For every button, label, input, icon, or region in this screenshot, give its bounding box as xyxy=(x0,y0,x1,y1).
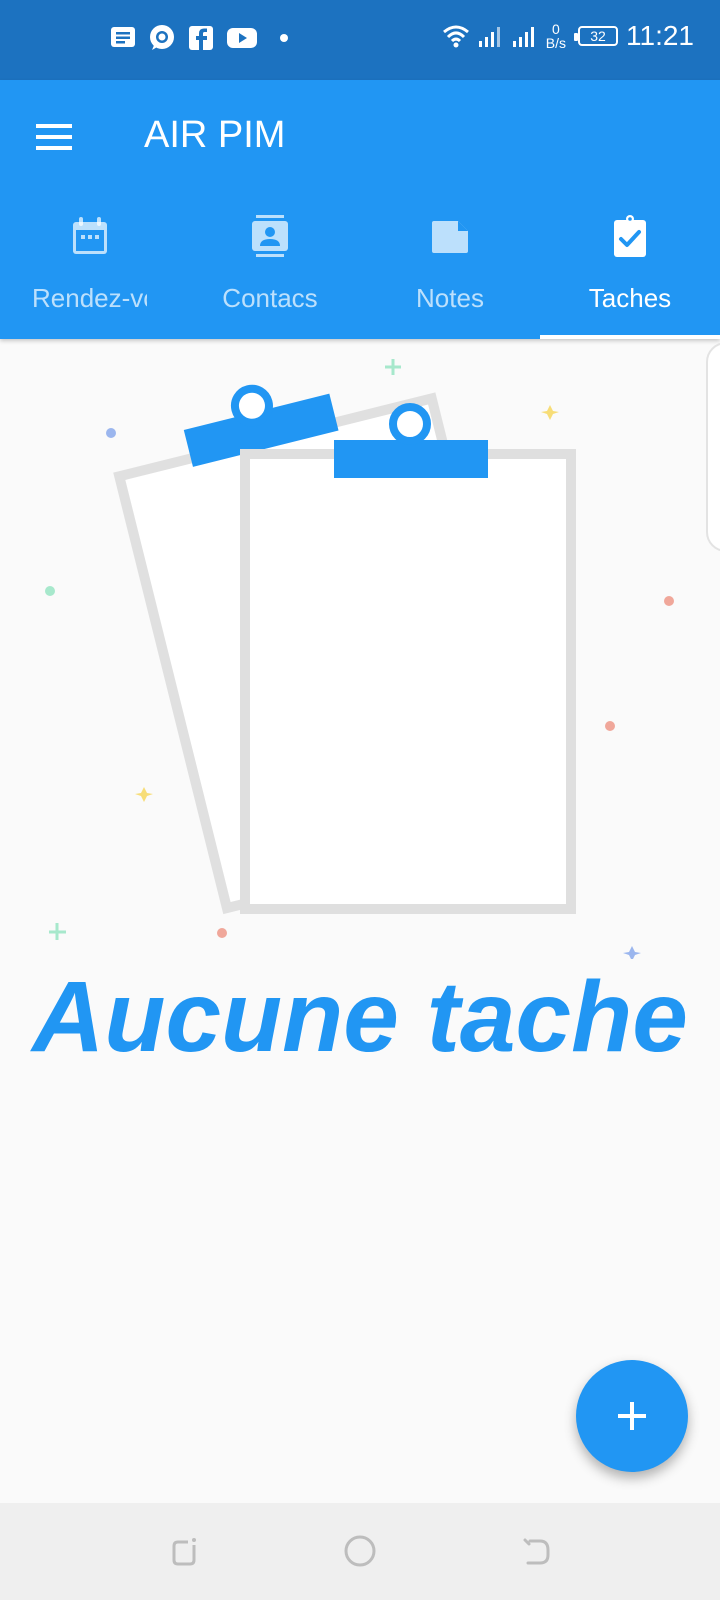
sparkle xyxy=(49,923,66,940)
system-icons: 0 B/s 32 11:21 xyxy=(442,20,694,52)
menu-button[interactable] xyxy=(36,124,76,154)
signal-icon xyxy=(478,27,500,47)
tab-notes[interactable]: Notes xyxy=(360,205,540,339)
wifi-icon xyxy=(442,25,469,48)
notification-icons xyxy=(110,24,292,52)
battery-level: 32 xyxy=(590,28,606,44)
confetti-dot xyxy=(664,596,674,606)
clipboard-check-icon xyxy=(614,215,646,257)
sparkle xyxy=(541,405,559,420)
sparkle xyxy=(623,946,641,959)
app-bar: AIR PIM Rendez-vous Contacs xyxy=(0,80,720,339)
clock: 11:21 xyxy=(626,20,694,51)
tab-label: Notes xyxy=(416,283,484,313)
empty-state-message: Aucune tache xyxy=(32,961,688,1073)
tab-label: Contacs xyxy=(222,283,318,313)
message-icon xyxy=(111,27,135,47)
confetti-dot xyxy=(605,721,615,731)
net-speed-value: 0 xyxy=(551,21,560,37)
back-icon[interactable] xyxy=(518,1533,554,1569)
dot-icon xyxy=(280,34,288,42)
tab-taches[interactable]: Taches xyxy=(540,205,720,339)
battery-icon: 32 xyxy=(574,26,618,46)
front-clip-ring xyxy=(389,403,431,445)
status-bar: 0 B/s 32 11:21 xyxy=(0,0,720,80)
net-speed: 0 B/s xyxy=(546,22,566,50)
menu-icon-line xyxy=(36,146,72,150)
confetti-dot xyxy=(45,586,55,596)
add-task-button[interactable] xyxy=(576,1360,688,1472)
clipboard-illustration xyxy=(45,359,674,959)
tab-bar: Rendez-vous Contacs Notes xyxy=(0,205,720,339)
tab-rendez-vous[interactable]: Rendez-vous xyxy=(0,205,180,339)
front-clip xyxy=(334,440,488,478)
menu-icon-line xyxy=(36,135,72,139)
confetti-dot xyxy=(217,928,227,938)
signal-icon xyxy=(512,27,534,47)
calendar-icon xyxy=(73,217,107,254)
sparkle xyxy=(135,787,153,802)
front-clipboard xyxy=(240,449,576,914)
tab-contacs[interactable]: Contacs xyxy=(180,205,360,339)
sparkle xyxy=(385,359,401,375)
tab-label: Rendez-vous xyxy=(32,283,147,313)
facebook-icon xyxy=(189,26,213,50)
whatsapp-icon xyxy=(150,25,174,50)
tab-label: Taches xyxy=(588,283,672,313)
net-speed-unit: B/s xyxy=(545,35,566,51)
note-icon xyxy=(432,221,468,253)
youtube-icon xyxy=(227,28,257,48)
menu-icon-line xyxy=(36,124,72,128)
navigation-bar xyxy=(0,1503,720,1600)
confetti-dot xyxy=(106,428,116,438)
home-icon[interactable] xyxy=(342,1533,378,1569)
contact-card-icon xyxy=(252,215,288,257)
app-title: AIR PIM xyxy=(144,114,286,156)
recents-icon[interactable] xyxy=(166,1533,202,1569)
